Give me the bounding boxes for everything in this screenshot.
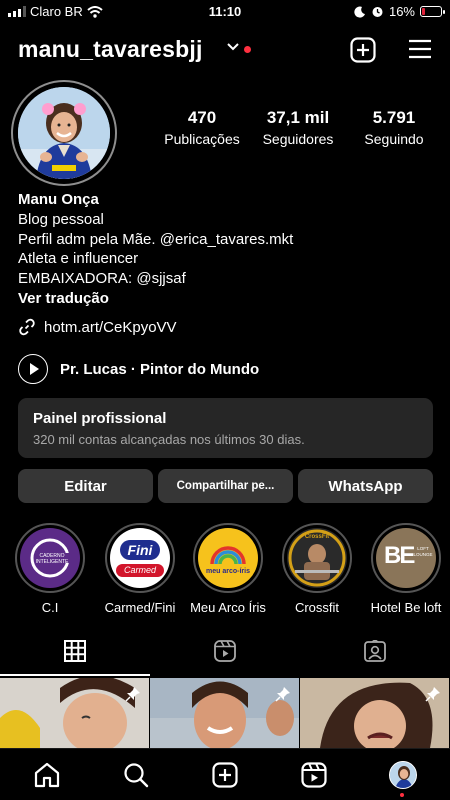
profile-avatar-small <box>389 761 417 789</box>
story-highlights: CADERNO INTELIGENTE C.I Fini Carmed Carm… <box>0 523 450 618</box>
reels-icon <box>214 640 236 662</box>
highlight-carmed-fini[interactable]: Fini Carmed Carmed/Fini <box>100 523 180 615</box>
chevron-down-icon[interactable] <box>226 42 240 52</box>
bio-link-text: hotm.art/CeKpyoVV <box>44 318 177 336</box>
whatsapp-button[interactable]: WhatsApp <box>298 469 433 503</box>
profile-tabs <box>0 636 450 676</box>
edit-profile-button[interactable]: Editar <box>18 469 153 503</box>
stat-posts-count: 470 <box>187 108 217 127</box>
profile-header: manu_tavaresbjj <box>18 34 432 66</box>
posts-grid <box>0 678 450 748</box>
display-name: Manu Onça <box>18 191 99 208</box>
post-thumbnail[interactable] <box>0 678 149 748</box>
highlight-label: Crossfit <box>294 600 340 615</box>
link-icon <box>19 318 35 336</box>
search-icon <box>124 763 149 788</box>
username-title[interactable]: manu_tavaresbjj <box>18 36 203 63</box>
be-loft-logo: BE <box>384 542 415 569</box>
active-tab-indicator <box>0 674 150 676</box>
dashboard-subtitle: 320 mil contas alcançadas nos últimos 30… <box>33 432 305 447</box>
home-icon <box>34 762 60 788</box>
play-icon[interactable] <box>18 354 48 384</box>
grid-icon <box>64 640 86 662</box>
highlight-hotel-be-loft[interactable]: BE LOFT LOUNGE Hotel Be loft <box>366 523 446 615</box>
menu-icon[interactable] <box>408 39 432 59</box>
stat-following-count: 5.791 <box>372 108 416 127</box>
profile-music[interactable]: Pr. Lucas · Pintor do Mundo <box>18 354 259 384</box>
avatar <box>18 87 110 179</box>
notification-dot <box>244 46 251 53</box>
nav-search[interactable] <box>121 760 151 790</box>
bottom-navigation <box>0 748 450 800</box>
bio-line-3: EMBAIXADORA: @sjjsaf <box>18 270 186 288</box>
stat-posts[interactable]: 470 Publicações <box>158 108 246 147</box>
stat-posts-label: Publicações <box>164 131 240 147</box>
nav-home[interactable] <box>32 760 62 790</box>
nav-reels[interactable] <box>299 760 329 790</box>
highlight-label: Carmed/Fini <box>104 600 176 615</box>
profile-actions: Editar Compartilhar pe... WhatsApp <box>18 469 433 503</box>
highlight-ci[interactable]: CADERNO INTELIGENTE C.I <box>10 523 90 615</box>
highlight-ci-text: CADERNO INTELIGENTE <box>35 553 69 565</box>
nav-profile[interactable] <box>388 760 418 790</box>
share-profile-button[interactable]: Compartilhar pe... <box>158 469 293 503</box>
bio-line-2: Atleta e influencer <box>18 250 139 268</box>
status-bar: Claro BR 11:10 16% <box>0 0 450 24</box>
battery-icon <box>420 6 445 17</box>
highlight-label: Meu Arco Íris <box>190 600 266 615</box>
be-loft-sub: LOFT LOUNGE <box>413 546 433 557</box>
pin-icon <box>125 687 140 702</box>
stat-following[interactable]: 5.791 Seguindo <box>350 108 438 147</box>
moon-icon <box>354 6 365 18</box>
dashboard-title: Painel profissional <box>33 410 167 427</box>
stat-following-label: Seguindo <box>364 131 424 147</box>
alarm-icon <box>372 7 383 17</box>
translate-link[interactable]: Ver tradução <box>18 289 293 309</box>
highlight-label: Hotel Be loft <box>370 600 442 615</box>
add-post-icon <box>212 762 238 788</box>
crossfit-text: CrossFit <box>304 534 330 540</box>
tab-reels[interactable] <box>150 636 300 676</box>
profile-stats: 470 Publicações 37,1 mil Seguidores 5.79… <box>158 108 438 147</box>
highlight-arco-iris[interactable]: meu arco-íris Meu Arco Íris <box>188 523 268 615</box>
highlight-crossfit[interactable]: CrossFit Crossfit <box>277 523 357 615</box>
pin-icon <box>275 687 290 702</box>
stat-followers[interactable]: 37,1 mil Seguidores <box>254 108 342 147</box>
bio-link[interactable]: hotm.art/CeKpyoVV <box>18 318 177 336</box>
stat-followers-count: 37,1 mil <box>266 108 330 127</box>
stat-followers-label: Seguidores <box>262 131 334 147</box>
tagged-icon <box>364 640 386 662</box>
profile-bio: Manu Onça Blog pessoal Perfil adm pela M… <box>18 190 293 309</box>
bio-line-1: Perfil adm pela Mãe. @erica_tavares.mkt <box>18 230 294 248</box>
battery-percent: 16% <box>388 4 415 19</box>
highlight-label: C.I <box>41 600 59 615</box>
bio-category: Blog pessoal <box>18 210 104 228</box>
professional-dashboard[interactable]: Painel profissional 320 mil contas alcan… <box>18 398 433 458</box>
reels-icon <box>301 762 327 788</box>
profile-avatar-ring[interactable] <box>11 80 117 186</box>
post-thumbnail[interactable] <box>300 678 449 748</box>
tab-tagged[interactable] <box>300 636 450 676</box>
carmed-logo: Carmed <box>116 564 164 577</box>
create-post-icon[interactable] <box>350 37 376 63</box>
pin-icon <box>425 687 440 702</box>
tab-posts[interactable] <box>0 636 150 676</box>
arco-iris-text: meu arco-íris <box>206 568 250 575</box>
music-title: Pr. Lucas · Pintor do Mundo <box>60 360 260 378</box>
nav-create[interactable] <box>210 760 240 790</box>
fini-logo: Fini <box>120 540 160 560</box>
profile-notification-dot <box>400 793 404 797</box>
post-thumbnail[interactable] <box>150 678 299 748</box>
